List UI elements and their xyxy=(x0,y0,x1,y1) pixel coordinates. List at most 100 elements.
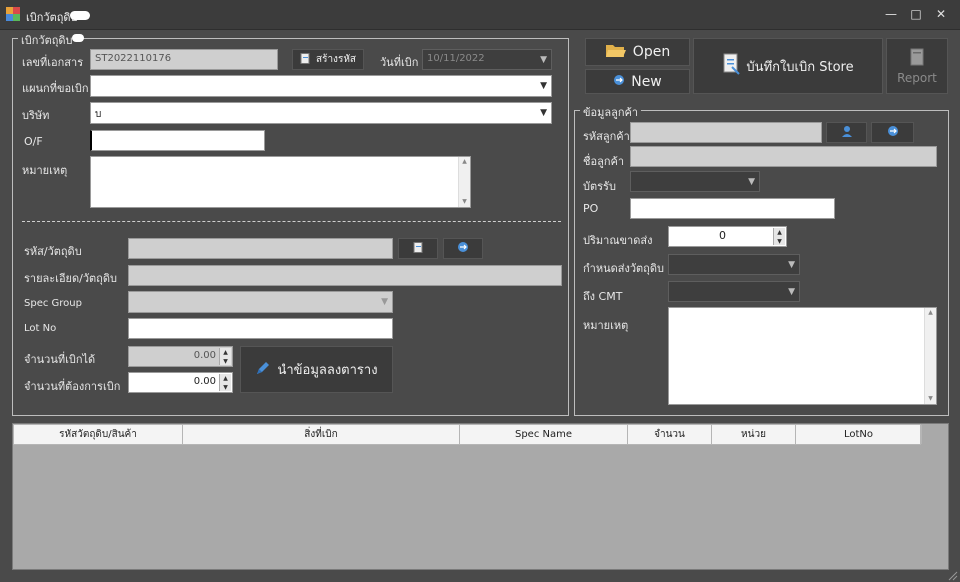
po-label: PO xyxy=(583,202,599,215)
column-header[interactable]: LotNo xyxy=(796,425,922,444)
remark-label: หมายเหตุ xyxy=(22,164,68,177)
cmt-label: ถึง CMT xyxy=(583,290,623,303)
column-header[interactable]: Spec Name xyxy=(460,425,628,444)
due-select[interactable]: ▼ xyxy=(668,254,800,275)
due-label: กำหนดส่งวัตถุดิบ xyxy=(583,262,664,275)
spec-group-label: Spec Group xyxy=(24,298,82,309)
add-to-table-button[interactable]: นำข้อมูลลงตาราง xyxy=(240,346,393,393)
customer-name-label: ชื่อลูกค้า xyxy=(583,155,625,168)
document-icon xyxy=(300,52,310,67)
new-button[interactable]: New xyxy=(585,69,690,94)
minimize-icon[interactable]: — xyxy=(880,5,902,23)
create-code-label: สร้างรหัส xyxy=(315,54,357,65)
open-button[interactable]: Open xyxy=(585,38,690,66)
textarea-scrollbar[interactable]: ▲ ▼ xyxy=(924,308,936,404)
customer-group-title: ข้อมูลลูกค้า xyxy=(580,103,642,121)
resize-grip-icon[interactable] xyxy=(946,569,958,581)
chevron-down-icon: ▼ xyxy=(788,259,795,270)
report-label: Report xyxy=(897,70,937,85)
folder-open-icon xyxy=(605,41,627,63)
report-icon xyxy=(909,48,925,69)
cmt-select[interactable]: ▼ xyxy=(668,281,800,302)
redacted-block xyxy=(70,11,90,20)
material-detail-label: รายละเอียด/วัตถุดิบ xyxy=(24,272,117,285)
material-code-label: รหัส/วัตถุดิบ xyxy=(24,245,82,258)
document-icon xyxy=(413,241,423,256)
po-field[interactable] xyxy=(630,198,835,219)
qty-available-spinner[interactable]: ▲ ▼ xyxy=(219,348,231,365)
chevron-down-icon: ▼ xyxy=(788,286,795,297)
report-button[interactable]: Report xyxy=(886,38,948,94)
company-value: บ xyxy=(95,109,102,120)
open-label: Open xyxy=(632,44,671,60)
refresh-material-button[interactable] xyxy=(443,238,483,259)
company-label: บริษัท xyxy=(22,109,50,122)
refresh-customer-button[interactable] xyxy=(871,122,914,143)
card-label: บัตรรับ xyxy=(583,180,616,193)
close-icon[interactable]: ✕ xyxy=(930,5,952,23)
dept-label: แผนกที่ขอเบิก xyxy=(22,82,89,95)
column-header[interactable]: จำนวน xyxy=(628,425,712,444)
doc-no-field[interactable]: ST2022110176 xyxy=(90,49,278,70)
user-icon xyxy=(841,125,853,140)
material-detail-field[interactable] xyxy=(128,265,562,286)
textarea-scrollbar[interactable]: ▲ ▼ xyxy=(458,157,470,207)
maximize-icon[interactable]: □ xyxy=(905,5,927,23)
issue-group-title: เบิกวัตถุดิบ xyxy=(18,31,76,49)
refresh-icon xyxy=(887,125,899,140)
spec-group-select[interactable]: ▼ xyxy=(128,291,393,313)
remark-textarea[interactable]: ▲ ▼ xyxy=(90,156,471,208)
create-code-button[interactable]: สร้างรหัส xyxy=(292,49,364,70)
chevron-down-icon: ▼ xyxy=(540,81,547,91)
date-value: 10/11/2022 xyxy=(427,53,485,64)
qty-request-spinner[interactable]: ▲ ▼ xyxy=(219,374,231,391)
qty-available-label: จำนวนที่เบิกได้ xyxy=(24,353,96,366)
grid-header: รหัสวัตถุดิบ/สินค้า สิ่งที่เบิก Spec Nam… xyxy=(13,424,922,445)
refresh-icon xyxy=(457,241,469,256)
lot-no-label: Lot No xyxy=(24,323,57,334)
document-icon xyxy=(722,53,741,79)
redacted-block xyxy=(72,34,84,42)
chevron-down-icon: ▼ xyxy=(540,108,547,118)
lot-no-field[interactable] xyxy=(128,318,393,339)
customer-remark-textarea[interactable]: ▲ ▼ xyxy=(668,307,937,405)
column-header[interactable]: หน่วย xyxy=(712,425,796,444)
date-label: วันที่เบิก xyxy=(380,56,419,69)
shortage-label: ปริมาณขาดส่ง xyxy=(583,234,653,247)
dept-select[interactable]: ▼ xyxy=(90,75,552,97)
column-header[interactable]: สิ่งที่เบิก xyxy=(183,425,460,444)
new-label: New xyxy=(631,73,662,90)
of-label: O/F xyxy=(24,135,43,148)
customer-code-label: รหัสลูกค้า xyxy=(583,130,630,143)
browse-material-button[interactable] xyxy=(398,238,438,259)
customer-code-field[interactable] xyxy=(630,122,822,143)
customer-name-field[interactable] xyxy=(630,146,937,167)
qty-available-field[interactable]: 0.00 ▲ ▼ xyxy=(128,346,233,367)
section-divider xyxy=(22,221,561,222)
title-bar: เบิกวัตถุดิบ — □ ✕ xyxy=(0,0,960,30)
company-select[interactable]: บ ▼ xyxy=(90,102,552,124)
material-code-field[interactable] xyxy=(128,238,393,259)
shortage-field[interactable]: 0 ▲ ▼ xyxy=(668,226,787,247)
pencil-icon xyxy=(255,360,271,380)
qty-request-field[interactable]: 0.00 ▲ ▼ xyxy=(128,372,233,393)
chevron-down-icon: ▼ xyxy=(540,54,547,65)
qty-request-label: จำนวนที่ต้องการเบิก xyxy=(24,380,121,393)
refresh-icon xyxy=(613,74,625,90)
chevron-down-icon: ▼ xyxy=(381,297,388,307)
app-icon xyxy=(6,7,20,21)
save-label: บันทึกใบเบิก Store xyxy=(746,59,854,75)
items-grid[interactable]: รหัสวัตถุดิบ/สินค้า สิ่งที่เบิก Spec Nam… xyxy=(12,423,949,570)
shortage-value: 0 xyxy=(719,229,726,242)
qty-available-value: 0.00 xyxy=(193,350,216,361)
date-picker[interactable]: 10/11/2022 ▼ xyxy=(422,49,552,70)
doc-no-label: เลขที่เอกสาร xyxy=(22,56,84,69)
column-header[interactable]: รหัสวัตถุดิบ/สินค้า xyxy=(14,425,183,444)
shortage-spinner[interactable]: ▲ ▼ xyxy=(773,228,785,245)
chevron-down-icon: ▼ xyxy=(748,176,755,187)
customer-remark-label: หมายเหตุ xyxy=(583,319,629,332)
card-select[interactable]: ▼ xyxy=(630,171,760,192)
save-button[interactable]: บันทึกใบเบิก Store xyxy=(693,38,883,94)
of-field[interactable] xyxy=(90,130,265,151)
search-customer-button[interactable] xyxy=(826,122,867,143)
